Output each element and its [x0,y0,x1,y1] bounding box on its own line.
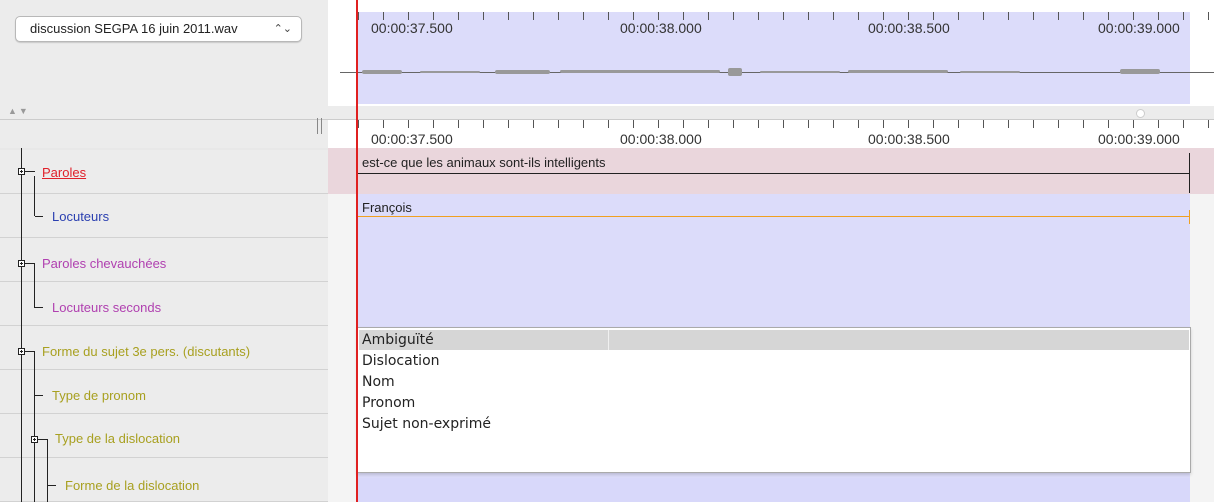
waveform-signal [960,71,1020,73]
tier-label-locuteurs-seconds[interactable]: Locuteurs seconds [52,300,161,315]
waveform-time-label: 00:00:38.000 [620,20,702,36]
waveform-signal [848,70,948,73]
tree-line [35,216,43,217]
locuteurs-segment-boundary[interactable] [1189,210,1190,224]
expand-forme-sujet-icon[interactable] [18,348,25,355]
dropdown-column-separator [608,330,609,350]
audio-file-name: discussion SEGPA 16 juin 2011.wav [30,21,238,36]
tier-row-forme-dislocation-track[interactable] [358,478,1190,502]
waveform-selection[interactable] [358,12,1190,104]
timeline-margin-right [1190,194,1214,502]
dropdown-highlight [359,330,1189,350]
waveform-signal [1120,69,1160,74]
waveform-signal [560,70,720,73]
tier-label-forme-dislocation[interactable]: Forme de la dislocation [65,478,199,493]
dropdown-option-sujet-non-exprime[interactable]: Sujet non-exprimé [362,414,491,435]
tree-line [34,264,35,308]
tree-line [47,440,48,502]
splitter-arrows-icon[interactable]: ▲▼ [8,106,30,116]
audio-file-select[interactable]: discussion SEGPA 16 juin 2011.wav ⌃⌄ [15,16,302,42]
locuteurs-segment-text[interactable]: François [362,200,412,215]
tree-line [25,263,35,264]
waveform-time-label: 00:00:39.000 [1098,20,1180,36]
playhead-cursor[interactable] [356,0,358,502]
dropdown-option-nom[interactable]: Nom [362,372,395,393]
tier-row-locuteurs-seconds[interactable] [0,282,328,326]
tree-line [35,395,43,396]
dropdown-option-pronom[interactable]: Pronom [362,393,415,414]
select-chevrons-icon: ⌃⌄ [273,23,292,35]
tier-label-type-dislocation[interactable]: Type de la dislocation [55,431,180,446]
tree-line [25,171,35,172]
tier-label-locuteurs[interactable]: Locuteurs [52,209,109,224]
tiers-header [0,120,328,148]
waveform-time-label: 00:00:38.500 [868,20,950,36]
tree-line [34,176,35,216]
tree-line [25,351,35,352]
annotation-value-dropdown[interactable]: Ambiguïté Dislocation Nom Pronom Sujet n… [357,327,1191,473]
tier-row-type-pronom[interactable] [0,370,328,414]
paroles-segment-line [358,173,1190,174]
paroles-segment-text[interactable]: est-ce que les animaux sont-ils intellig… [362,155,606,170]
tier-label-forme-sujet[interactable]: Forme du sujet 3e pers. (discutants) [42,344,250,359]
expand-paroles-chevauchees-icon[interactable] [18,260,25,267]
timeline-time-label: 00:00:38.500 [868,131,950,147]
waveform-signal [760,71,840,73]
timeline-time-label: 00:00:37.500 [371,131,453,147]
paroles-segment-boundary[interactable] [1189,153,1190,193]
tree-line [48,485,56,486]
tree-line [38,439,48,440]
waveform-signal [728,68,742,76]
timeline-time-label: 00:00:39.000 [1098,131,1180,147]
waveform-signal [420,71,480,73]
waveform-signal [495,70,550,74]
tree-line [34,352,35,502]
tree-line [35,307,43,308]
tree-line [21,148,22,502]
tier-label-paroles[interactable]: Paroles [42,165,86,180]
waveform-time-label: 00:00:37.500 [371,20,453,36]
dropdown-option-ambiguite[interactable]: Ambiguïté [362,330,434,351]
expand-type-dislocation-icon[interactable] [31,436,38,443]
timeline-margin-left [328,194,358,502]
dropdown-option-dislocation[interactable]: Dislocation [362,351,440,372]
tier-label-paroles-chevauchees[interactable]: Paroles chevauchées [42,256,166,271]
locuteurs-segment-line [358,216,1190,217]
waveform-signal [362,70,402,74]
panel-splitter[interactable] [0,106,1214,120]
timeline-ruler-ticks [358,120,1214,128]
splitter-handle-icon[interactable] [1136,109,1145,118]
expand-paroles-icon[interactable] [18,168,25,175]
timeline-time-label: 00:00:38.000 [620,131,702,147]
waveform-ruler-ticks [358,12,1214,20]
column-resize-grip-icon[interactable] [317,118,322,134]
tier-label-type-pronom[interactable]: Type de pronom [52,388,146,403]
tier-row-locuteurs[interactable] [0,194,328,238]
